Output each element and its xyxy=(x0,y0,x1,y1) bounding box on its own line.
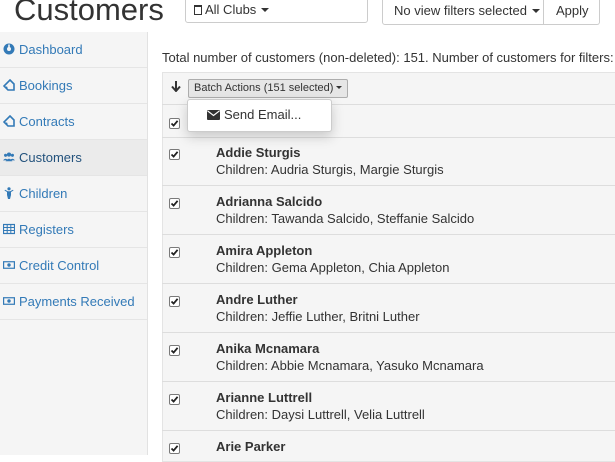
divider xyxy=(162,137,615,138)
sidebar-item-label: Customers xyxy=(19,150,82,165)
send-email-menu-item[interactable]: Send Email... xyxy=(207,107,301,122)
page-title: Customers xyxy=(14,0,164,27)
tag-icon xyxy=(3,79,15,91)
customer-count-summary: Total number of customers (non-deleted):… xyxy=(162,50,615,65)
sidebar-item-bookings[interactable]: Bookings xyxy=(0,68,147,104)
select-all-checkbox[interactable] xyxy=(169,118,180,129)
divider xyxy=(162,332,615,333)
caret-down-icon xyxy=(531,9,540,13)
row-checkbox[interactable] xyxy=(169,296,180,307)
customer-name[interactable]: Amira Appleton xyxy=(216,243,312,258)
club-select-label: All Clubs xyxy=(205,2,257,17)
row-checkbox[interactable] xyxy=(169,443,180,454)
customer-name[interactable]: Adrianna Salcido xyxy=(216,194,322,209)
sidebar-item-label: Dashboard xyxy=(19,42,83,57)
sidebar-item-label: Bookings xyxy=(19,78,73,93)
money-icon xyxy=(3,261,15,269)
customer-children: Children: Abbie Mcnamara, Yasuko Mcnamar… xyxy=(216,358,484,373)
sidebar-item-registers[interactable]: Registers xyxy=(0,212,147,248)
table-icon xyxy=(3,223,15,235)
customer-name[interactable]: Anika Mcnamara xyxy=(216,341,319,356)
caret-down-icon xyxy=(336,86,343,89)
customer-children: Children: Gema Appleton, Chia Appleton xyxy=(216,260,450,275)
sidebar-item-dashboard[interactable]: Dashboard xyxy=(0,32,147,68)
divider xyxy=(162,234,615,235)
sidebar-item-contracts[interactable]: Contracts xyxy=(0,104,147,140)
customer-children: Children: Jeffie Luther, Britni Luther xyxy=(216,309,420,324)
sidebar-item-label: Children xyxy=(19,186,68,201)
sidebar-item-label: Contracts xyxy=(19,114,75,129)
money-icon xyxy=(3,297,15,305)
sidebar-item-label: Payments Received xyxy=(19,294,135,309)
sidebar-item-credit-control[interactable]: Credit Control xyxy=(0,248,147,284)
customer-children: Children: Audria Sturgis, Margie Sturgis xyxy=(216,162,444,177)
sidebar-item-customers[interactable]: Customers xyxy=(0,140,147,176)
users-icon xyxy=(3,152,15,162)
row-checkbox[interactable] xyxy=(169,394,180,405)
sidebar: Dashboard Bookings Contracts Customers C… xyxy=(0,32,148,455)
row-checkbox[interactable] xyxy=(169,198,180,209)
sidebar-item-children[interactable]: Children xyxy=(0,176,147,212)
divider xyxy=(162,430,615,431)
customer-name[interactable]: Andre Luther xyxy=(216,292,298,307)
divider xyxy=(162,185,615,186)
customer-name[interactable]: Arianne Luttrell xyxy=(216,390,312,405)
apply-button[interactable]: Apply xyxy=(544,0,600,25)
tag-icon xyxy=(3,115,15,127)
row-checkbox[interactable] xyxy=(169,149,180,160)
row-checkbox[interactable] xyxy=(169,345,180,356)
view-filters-label: No view filters selected xyxy=(394,3,527,18)
batch-actions-label: Batch Actions (151 selected) xyxy=(194,82,334,94)
sidebar-item-label: Credit Control xyxy=(19,258,100,273)
arrow-down-icon[interactable] xyxy=(171,81,181,92)
customer-children: Children: Tawanda Salcido, Steffanie Sal… xyxy=(216,211,475,226)
sidebar-item-label: Registers xyxy=(19,222,74,237)
send-email-label: Send Email... xyxy=(224,107,302,122)
customer-name[interactable]: Arie Parker xyxy=(216,439,285,454)
club-select[interactable]: All Clubs xyxy=(185,0,368,23)
batch-actions-button[interactable]: Batch Actions (151 selected) xyxy=(188,79,349,98)
customer-children: Children: Daysi Luttrell, Velia Luttrell xyxy=(216,407,425,422)
divider xyxy=(162,283,615,284)
envelope-icon xyxy=(207,110,220,120)
batch-actions-menu: Send Email... xyxy=(187,99,332,132)
child-icon xyxy=(4,187,14,199)
dashboard-icon xyxy=(3,43,15,55)
divider xyxy=(162,381,615,382)
customer-name[interactable]: Addie Sturgis xyxy=(216,145,301,160)
row-checkbox[interactable] xyxy=(169,247,180,258)
building-icon xyxy=(194,5,202,15)
view-filters-button[interactable]: No view filters selected xyxy=(382,0,544,25)
sidebar-item-payments-received[interactable]: Payments Received xyxy=(0,284,147,320)
caret-down-icon xyxy=(261,8,270,12)
